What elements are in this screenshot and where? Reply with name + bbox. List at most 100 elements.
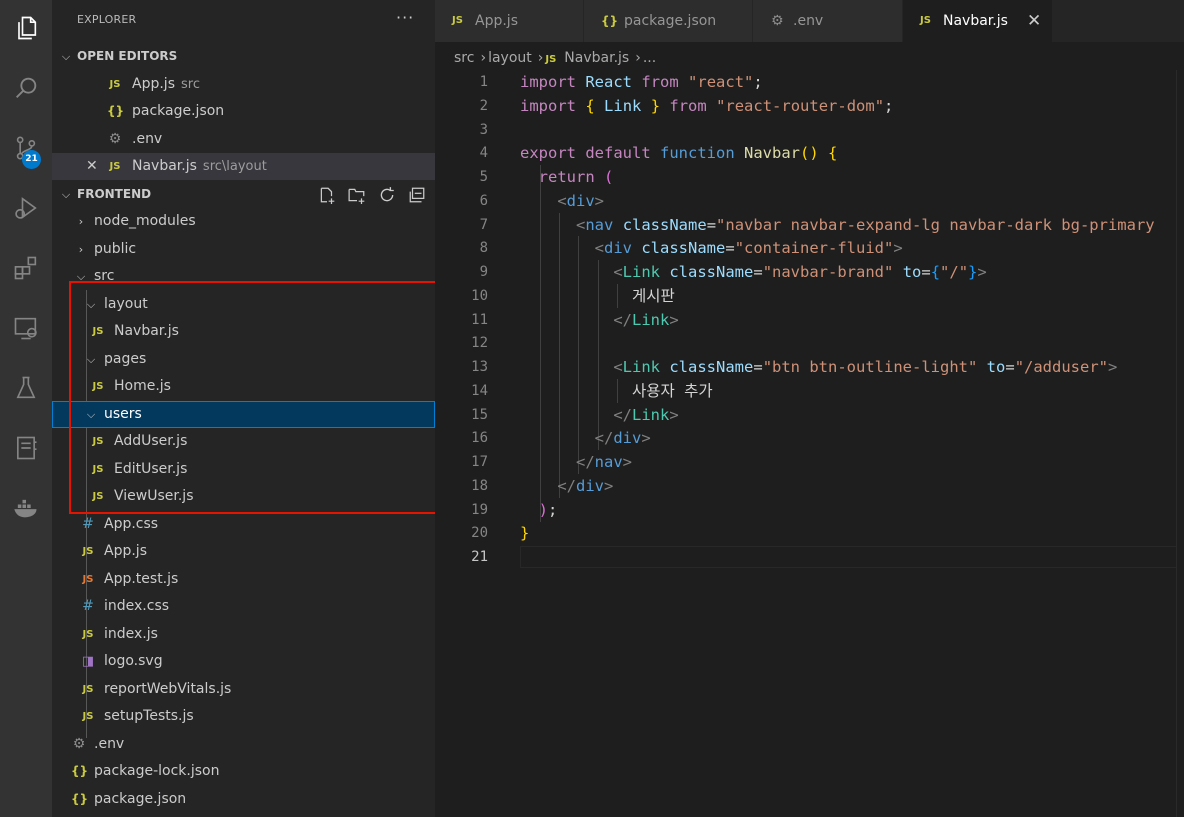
js-file-icon: JS <box>92 491 104 502</box>
docker-icon[interactable] <box>0 484 52 532</box>
collapse-all-icon[interactable] <box>406 184 428 206</box>
code-editor[interactable]: 1 2 3 4 5 6 7 8 9 10 11 12 13 14 15 16 1… <box>435 70 1184 817</box>
chevron-right-icon: › <box>78 243 84 256</box>
css-file-icon: # <box>82 516 94 532</box>
editor-scrollbar[interactable] <box>1176 70 1184 817</box>
tree-file-setup-tests[interactable]: JS setupTests.js <box>52 703 435 730</box>
code-line: </Link> <box>613 406 679 424</box>
tree-file-env[interactable]: ⚙ .env <box>52 731 435 758</box>
chevron-right-icon: › <box>480 50 487 66</box>
js-file-icon: JS <box>92 326 104 337</box>
remote-explorer-icon[interactable] <box>0 304 52 352</box>
breadcrumb: src › layout › JS Navbar.js ›... <box>454 47 658 69</box>
tree-file-logo-svg[interactable]: ◨ logo.svg <box>52 648 435 675</box>
tree-file-edituser[interactable]: JS EditUser.js <box>52 456 435 483</box>
new-folder-icon[interactable] <box>346 184 368 206</box>
file-name: package.json <box>132 103 225 119</box>
code-line: 게시판 <box>631 287 675 305</box>
line-number: 18 <box>471 478 488 494</box>
line-number: 6 <box>479 193 488 209</box>
refresh-icon[interactable] <box>376 184 398 206</box>
code-line: import { Link } from "react-router-dom"; <box>520 97 894 115</box>
js-file-icon: JS <box>920 15 931 26</box>
tab-app-js[interactable]: JS App.js <box>435 0 584 42</box>
code-line: </div> <box>594 429 651 447</box>
explorer-sidebar: EXPLORER ··· ⌵ OPEN EDITORS JS App.js src… <box>52 0 435 817</box>
chevron-right-icon: › <box>537 50 544 66</box>
json-file-icon: {} <box>601 14 619 28</box>
code-line: <Link className="btn btn-outline-light" … <box>613 358 1118 376</box>
tree-folder-src[interactable]: ⌵ src <box>52 263 435 290</box>
line-number: 5 <box>479 169 488 185</box>
chevron-down-icon: ⌵ <box>86 353 96 366</box>
breadcrumb-item[interactable]: layout <box>488 50 532 66</box>
code-line: <nav className="navbar navbar-expand-lg … <box>576 216 1155 234</box>
run-debug-icon[interactable] <box>0 184 52 232</box>
js-file-icon: JS <box>82 546 94 557</box>
open-editor-item[interactable]: ⚙ .env <box>52 126 435 153</box>
testing-flask-icon[interactable] <box>0 364 52 412</box>
js-file-icon: JS <box>545 54 557 65</box>
js-file-icon: JS <box>109 161 121 172</box>
close-icon[interactable]: ✕ <box>86 153 98 180</box>
tree-file-package-lock[interactable]: {} package-lock.json <box>52 758 435 785</box>
search-icon[interactable] <box>0 64 52 112</box>
line-number: 11 <box>471 312 488 328</box>
chevron-down-icon: ⌵ <box>76 270 86 283</box>
line-number: 19 <box>471 502 488 518</box>
tab-navbar-js[interactable]: JS Navbar.js ✕ <box>903 0 1053 42</box>
extensions-icon[interactable] <box>0 244 52 292</box>
js-file-icon: JS <box>92 381 104 392</box>
tree-file-adduser[interactable]: JS AddUser.js <box>52 428 435 455</box>
line-number: 7 <box>479 217 488 233</box>
tree-file-app-css[interactable]: # App.css <box>52 511 435 538</box>
close-tab-icon[interactable]: ✕ <box>1027 0 1041 42</box>
line-number: 20 <box>471 525 488 541</box>
tree-file-navbar[interactable]: JS Navbar.js <box>52 318 435 345</box>
open-editor-item[interactable]: {} package.json <box>52 98 435 125</box>
tree-folder-node-modules[interactable]: › node_modules <box>52 208 435 235</box>
tree-file-home[interactable]: JS Home.js <box>52 373 435 400</box>
chevron-down-icon: ⌵ <box>86 408 96 421</box>
line-number: 3 <box>479 122 488 138</box>
js-file-icon: JS <box>82 684 94 695</box>
tree-file-index-css[interactable]: # index.css <box>52 593 435 620</box>
tree-folder-public[interactable]: › public <box>52 236 435 263</box>
js-file-icon: JS <box>82 629 94 640</box>
open-editor-item[interactable]: ✕ JS Navbar.js src\layout <box>52 153 435 180</box>
open-editor-item[interactable]: JS App.js src <box>52 71 435 98</box>
chevron-down-icon: ⌵ <box>61 50 71 63</box>
notebook-icon[interactable] <box>0 424 52 472</box>
code-line: <div> <box>557 192 605 210</box>
gear-icon: ⚙ <box>72 736 86 752</box>
breadcrumb-item[interactable]: ... <box>643 50 656 66</box>
more-actions-icon[interactable]: ··· <box>396 8 414 27</box>
current-line-highlight <box>520 546 1184 568</box>
tree-file-viewuser[interactable]: JS ViewUser.js <box>52 483 435 510</box>
code-line: ); <box>538 501 558 519</box>
breadcrumb-item[interactable]: Navbar.js <box>564 50 629 66</box>
line-number: 12 <box>471 335 488 351</box>
code-line: <div className="container-fluid"> <box>594 239 903 257</box>
activity-bar: 21 <box>0 0 52 817</box>
breadcrumb-item[interactable]: src <box>454 50 474 66</box>
tree-folder-pages[interactable]: ⌵ pages <box>52 346 435 373</box>
tree-file-package-json[interactable]: {} package.json <box>52 786 435 813</box>
file-path: src\layout <box>202 159 267 174</box>
tree-folder-layout[interactable]: ⌵ layout <box>52 291 435 318</box>
line-number: 17 <box>471 454 488 470</box>
file-name: Navbar.js <box>132 158 197 174</box>
tree-file-report-web-vitals[interactable]: JS reportWebVitals.js <box>52 676 435 703</box>
tree-file-index-js[interactable]: JS index.js <box>52 621 435 648</box>
tree-folder-users[interactable]: ⌵ users <box>52 401 435 428</box>
tree-file-app-js[interactable]: JS App.js <box>52 538 435 565</box>
tab-package-json[interactable]: {} package.json <box>584 0 753 42</box>
line-number: 15 <box>471 407 488 423</box>
new-file-icon[interactable] <box>316 184 338 206</box>
code-line: </Link> <box>613 311 679 329</box>
tree-file-app-test[interactable]: JS App.test.js <box>52 566 435 593</box>
open-editors-header[interactable]: ⌵ OPEN EDITORS <box>52 43 435 70</box>
explorer-files-icon[interactable] <box>0 4 52 52</box>
tab-env[interactable]: ⚙ .env <box>753 0 903 42</box>
chevron-right-icon: › <box>635 50 641 66</box>
